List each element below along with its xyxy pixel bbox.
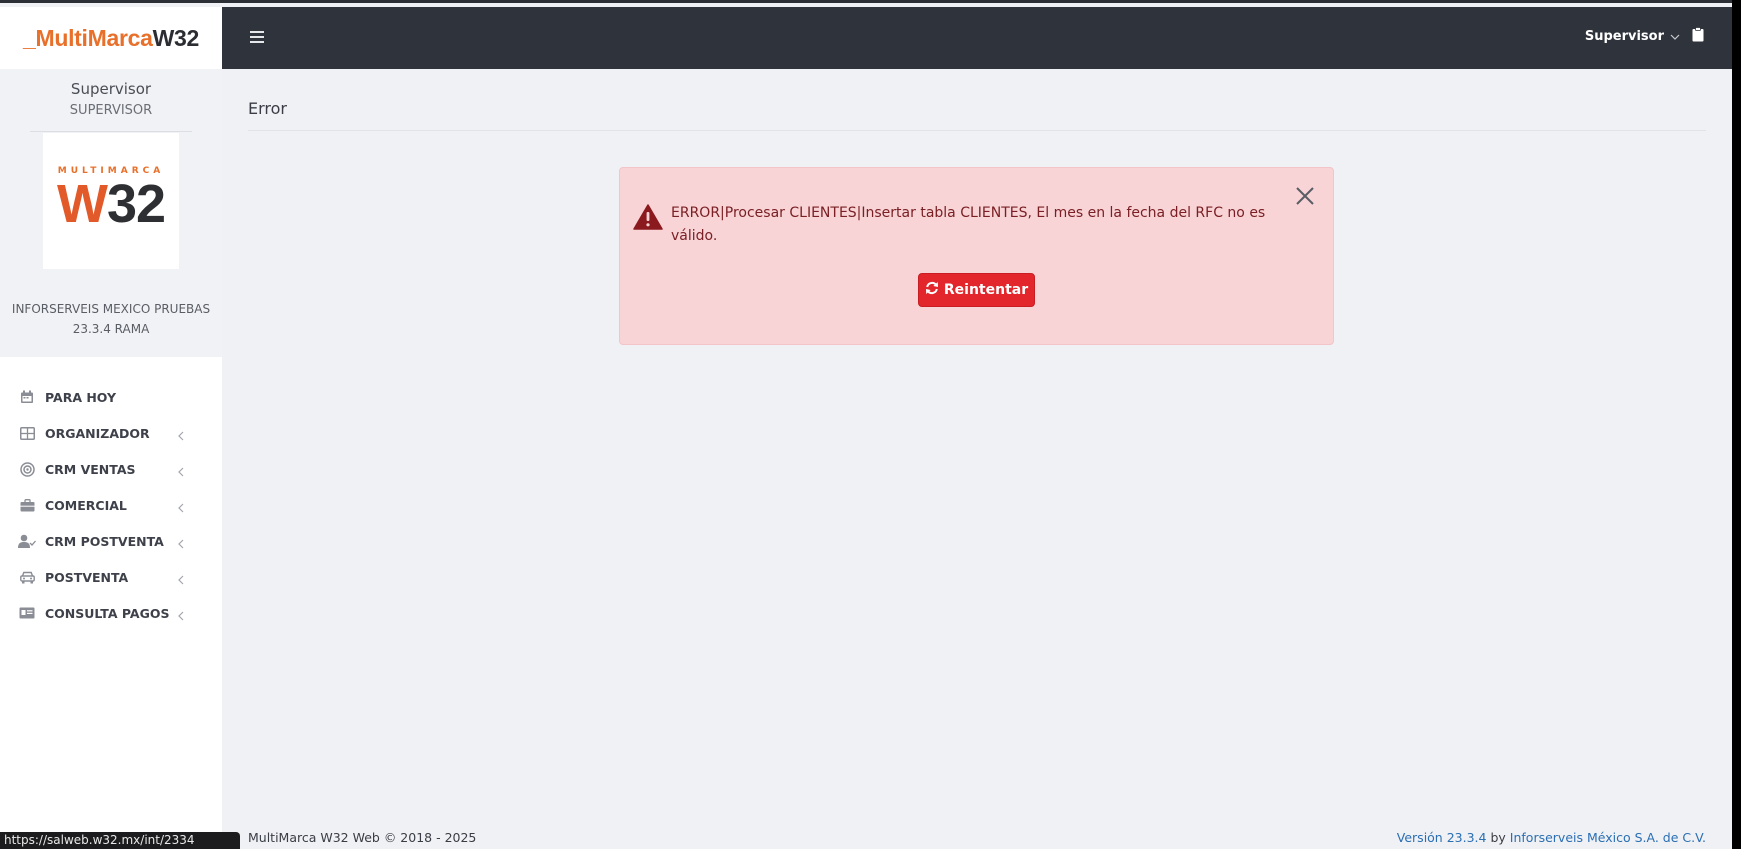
version-link[interactable]: Versión 23.3.4 (1397, 830, 1487, 845)
warning-icon (633, 204, 663, 234)
calendar-icon (18, 388, 36, 406)
chevron-left-icon (178, 534, 184, 553)
sidebar-item-label: POSTVENTA (45, 569, 129, 585)
sidebar-item-label: PARA HOY (45, 389, 117, 405)
close-icon[interactable] (1293, 184, 1317, 208)
user-check-icon (18, 532, 36, 550)
grid-icon (18, 424, 36, 442)
chevron-left-icon (178, 570, 184, 589)
retry-button-label: Reintentar (943, 282, 1029, 298)
sidebar-item-postventa[interactable]: POSTVENTA (0, 559, 222, 595)
hamburger-menu-icon[interactable] (250, 28, 264, 48)
user-role: SUPERVISOR (69, 103, 153, 118)
brand-logo[interactable]: _MultiMarca W32 (0, 7, 222, 69)
sidebar-item-label: CONSULTA PAGOS (45, 605, 170, 621)
logo-w: W (56, 174, 108, 234)
chevron-left-icon (178, 498, 184, 517)
chevron-left-icon (178, 426, 184, 445)
app-window: _MultiMarca W32 Supervisor SUPERVISOR MUL… (0, 0, 1732, 849)
user-name: Supervisor (70, 80, 152, 98)
title-divider (248, 130, 1706, 131)
sidebar-item-organizador[interactable]: ORGANIZADOR (0, 415, 222, 451)
error-message: ERROR|Procesar CLIENTES|Insertar tabla C… (671, 205, 1266, 244)
target-icon (18, 460, 36, 478)
company-logo: MULTIMARCA W32 (43, 133, 179, 269)
id-card-icon (18, 604, 36, 622)
refresh-icon (925, 281, 944, 299)
sidebar-item-crm-ventas[interactable]: CRM VENTAS (0, 451, 222, 487)
chevron-left-icon (178, 462, 184, 481)
clipboard-icon[interactable] (1692, 27, 1706, 45)
company-info: INFORSERVEIS MEXICO PRUEBAS 23.3.4 RAMA (0, 299, 222, 339)
sidebar-item-para-hoy[interactable]: PARA HOY (0, 379, 222, 415)
sidebar-item-crm-postventa[interactable]: CRM POSTVENTA (0, 523, 222, 559)
brand-suffix: W32 (152, 24, 200, 51)
company-version-branch: 23.3.4 RAMA (72, 322, 150, 336)
user-panel-divider (30, 131, 192, 132)
user-dropdown-label: Supervisor (1584, 29, 1664, 44)
sidebar-item-label: CRM POSTVENTA (45, 533, 164, 549)
brand-prefix: _MultiMarca (22, 24, 153, 51)
error-alert: ERROR|Procesar CLIENTES|Insertar tabla C… (619, 167, 1334, 345)
window-top-strip (0, 0, 1732, 3)
page-title: Error (248, 99, 287, 118)
footer-version: Versión 23.3.4 by Inforserveis México S.… (1397, 830, 1706, 845)
sidebar-item-comercial[interactable]: COMERCIAL (0, 487, 222, 523)
sidebar-menu: PARA HOY ORGANIZADOR CRM VENTAS COMERCIA… (0, 379, 222, 631)
sidebar-item-consulta-pagos[interactable]: CONSULTA PAGOS (0, 595, 222, 631)
status-url-tooltip: https://salweb.w32.mx/int/2334 (0, 832, 240, 849)
sidebar-item-label: COMERCIAL (45, 497, 127, 513)
car-icon (18, 568, 36, 586)
logo-mark: W32 (43, 173, 179, 235)
user-panel: Supervisor SUPERVISOR MULTIMARCA W32 INF… (0, 69, 222, 357)
main-content: Error ERROR|Procesar CLIENTES|Insertar t… (222, 69, 1732, 849)
footer-by: by (1490, 830, 1506, 845)
logo-number: 32 (106, 174, 166, 234)
topbar: Supervisor (222, 7, 1732, 69)
company-name: INFORSERVEIS MEXICO PRUEBAS (11, 302, 211, 316)
chevron-down-icon (1664, 29, 1680, 44)
sidebar: _MultiMarca W32 Supervisor SUPERVISOR MUL… (0, 7, 222, 849)
sidebar-item-label: ORGANIZADOR (45, 425, 150, 441)
footer-copyright: MultiMarca W32 Web © 2018 - 2025 (248, 830, 477, 845)
retry-button[interactable]: Reintentar (918, 273, 1035, 307)
sidebar-item-label: CRM VENTAS (45, 461, 136, 477)
user-dropdown[interactable]: Supervisor (1585, 29, 1680, 44)
briefcase-icon (18, 496, 36, 514)
chevron-left-icon (178, 606, 184, 625)
company-link[interactable]: Inforserveis México S.A. de C.V. (1510, 830, 1706, 845)
